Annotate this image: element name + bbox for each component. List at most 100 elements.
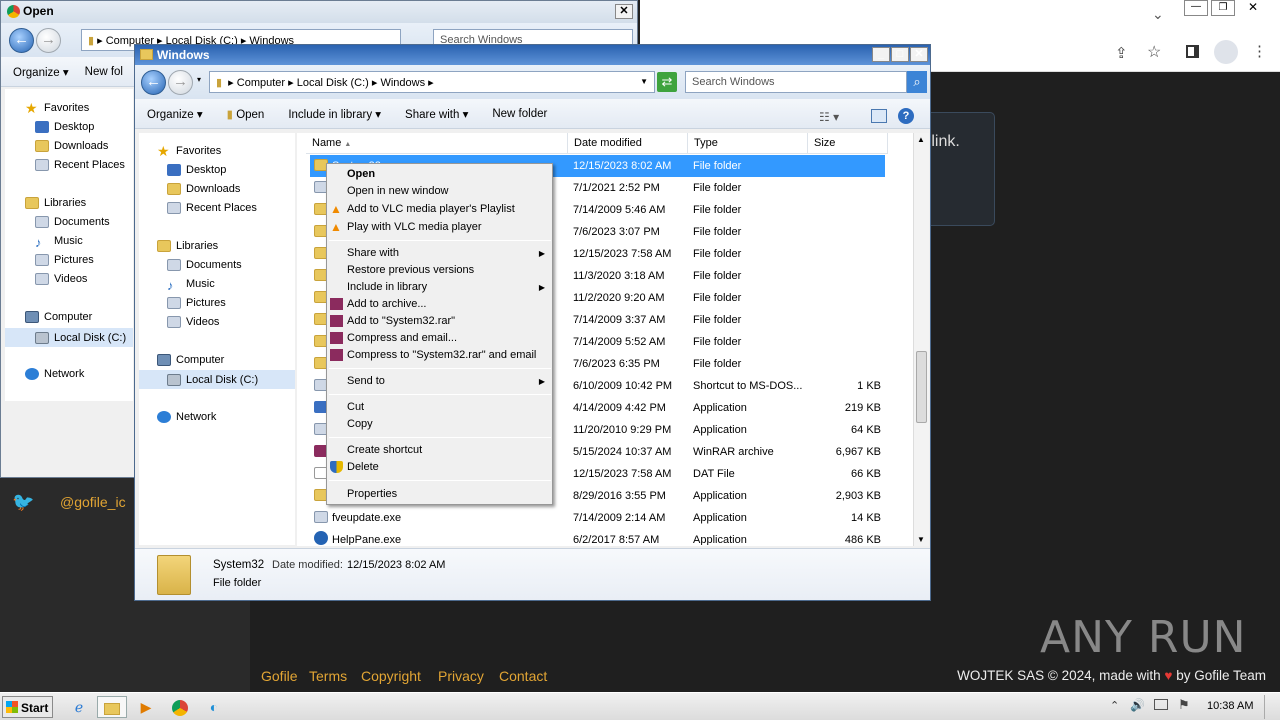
column-header-type[interactable]: Type [688,133,808,154]
menu-item-properties[interactable]: Properties [347,488,397,500]
nav-music[interactable]: ♪ Music [35,235,83,250]
crumb-local-disk[interactable]: Local Disk (C:) [297,77,369,89]
nav-favorites[interactable]: ★ Favorites [157,144,221,158]
footer-link-terms[interactable]: Terms [309,668,347,684]
nav-desktop[interactable]: Desktop [167,164,226,176]
share-icon[interactable]: ⇪ [1115,44,1128,62]
view-options-icon[interactable]: ☷ ▾ [819,110,839,124]
side-panel-icon[interactable] [1186,45,1199,58]
twitter-handle[interactable]: @gofile_ic [60,494,136,510]
back-arrow-icon[interactable]: ← [141,70,166,95]
recent-pages-chevron-icon[interactable]: ▾ [197,75,201,84]
nav-local-disk[interactable]: Local Disk (C:) [139,370,295,389]
menu-item-include-in-library[interactable]: Include in library ▶ [347,281,552,293]
explorer-search-input[interactable]: Search Windows [685,71,907,93]
nav-pictures[interactable]: Pictures [167,297,226,309]
maximize-button[interactable]: □ [891,47,909,62]
close-icon[interactable]: ✕ [1238,0,1268,16]
nav-network[interactable]: Network [157,411,216,423]
minimize-icon[interactable]: — [1184,0,1208,16]
internet-explorer-icon[interactable]: ℯ [64,696,94,718]
new-folder-button[interactable]: New fol [81,66,135,78]
menu-item-delete[interactable]: Delete [347,461,379,473]
nav-videos[interactable]: Videos [167,316,219,328]
nav-libraries[interactable]: Libraries [157,240,218,252]
nav-computer[interactable]: Computer [25,311,92,323]
menu-item-vlc-playlist[interactable]: Add to VLC media player's Playlist [347,203,515,215]
start-button[interactable]: Start [2,696,53,718]
menu-item-add-to-archive[interactable]: Add to archive... [347,298,427,310]
clock[interactable]: 10:38 AM [1207,700,1253,712]
menu-item-vlc-play[interactable]: Play with VLC media player [347,221,482,233]
forward-arrow-icon[interactable]: → [168,70,193,95]
nav-documents[interactable]: Documents [167,259,242,271]
nav-desktop[interactable]: Desktop [35,121,94,133]
menu-item-send-to[interactable]: Send to ▶ [347,375,552,387]
scroll-down-arrow-icon[interactable]: ▼ [917,535,925,544]
menu-item-open-new-window[interactable]: Open in new window [347,185,449,197]
vertical-scrollbar[interactable]: ▲ ▼ [913,133,929,546]
menu-item-compress-rar-email[interactable]: Compress to "System32.rar" and email [347,349,536,361]
share-with-button[interactable]: Share with ▾ [393,107,480,121]
search-icon[interactable]: ⌕ [907,71,927,93]
footer-link-contact[interactable]: Contact [499,668,547,684]
scroll-up-arrow-icon[interactable]: ▲ [917,135,925,144]
twitter-icon[interactable]: 🐦 [12,492,34,513]
refresh-icon[interactable]: ⇄ [657,72,677,92]
minimize-button[interactable]: _ [872,47,890,62]
volume-icon[interactable]: 🔊 [1130,698,1145,712]
profile-avatar-icon[interactable] [1214,40,1238,64]
footer-link-copyright[interactable]: Copyright [361,668,421,684]
menu-item-cut[interactable]: Cut [347,401,364,413]
menu-item-open[interactable]: Open [347,168,375,180]
media-player-icon[interactable]: ▶ [131,696,161,718]
menu-item-compress-email[interactable]: Compress and email... [347,332,457,344]
preview-pane-icon[interactable] [871,109,887,123]
include-in-library-button[interactable]: Include in library ▾ [276,107,393,121]
bookmark-star-icon[interactable]: ☆ [1147,42,1161,62]
nav-music[interactable]: ♪ Music [167,278,215,293]
nav-downloads[interactable]: Downloads [35,140,108,152]
back-arrow-icon[interactable]: ← [9,28,34,53]
nav-local-disk[interactable]: Local Disk (C:) [5,328,133,347]
show-desktop-button[interactable] [1264,695,1278,719]
nav-videos[interactable]: Videos [35,273,87,285]
menu-item-add-to-rar[interactable]: Add to "System32.rar" [347,315,455,327]
scrollbar-thumb[interactable] [916,351,927,423]
column-header-name[interactable]: Name ▲ [306,133,568,154]
nav-recent-places[interactable]: Recent Places [35,159,125,171]
menu-item-restore-previous-versions[interactable]: Restore previous versions [347,264,474,276]
restore-icon[interactable]: ❐ [1211,0,1235,16]
show-hidden-icons-icon[interactable]: ⌃ [1110,699,1119,712]
open-button[interactable]: ▮ Open [215,107,277,121]
column-header-size[interactable]: Size [808,133,888,154]
explorer-address-bar[interactable]: ▮ ▸ Computer ▸ Local Disk (C:) ▸ Windows… [209,71,655,93]
open-dialog-close-button[interactable]: ✕ [615,4,633,19]
nav-pictures[interactable]: Pictures [35,254,94,266]
nav-libraries[interactable]: Libraries [25,197,86,209]
menu-item-create-shortcut[interactable]: Create shortcut [347,444,422,456]
explorer-taskbar-icon[interactable] [97,696,127,718]
crumb-windows[interactable]: Windows [380,77,425,89]
column-header-date[interactable]: Date modified [568,133,688,154]
nav-network[interactable]: Network [25,368,84,380]
help-icon[interactable]: ? [898,108,914,124]
footer-link-privacy[interactable]: Privacy [438,668,484,684]
organize-button[interactable]: Organize ▾ [1,65,81,79]
address-dropdown-icon[interactable]: ▼ [640,77,648,86]
menu-item-copy[interactable]: Copy [347,418,373,430]
nav-downloads[interactable]: Downloads [167,183,240,195]
crumb-computer[interactable]: Computer [237,77,285,89]
footer-link-gofile[interactable]: Gofile [261,668,298,684]
chevron-down-icon[interactable]: ⌄ [1152,6,1164,23]
menu-kebab-icon[interactable]: ⋮ [1252,42,1267,60]
edge-icon[interactable]: ◐ [199,696,229,718]
chrome-icon[interactable] [165,696,195,718]
table-row[interactable]: HelpPane.exe 6/2/2017 8:57 AM Application 4… [310,529,885,545]
nav-documents[interactable]: Documents [35,216,110,228]
nav-favorites[interactable]: ★ Favorites [25,101,89,115]
action-center-flag-icon[interactable]: ⚑ [1178,697,1190,713]
new-folder-button[interactable]: New folder [480,108,559,120]
table-row[interactable]: fveupdate.exe 7/14/2009 2:14 AM Applicatio… [310,507,885,529]
organize-button[interactable]: Organize ▾ [135,107,215,121]
